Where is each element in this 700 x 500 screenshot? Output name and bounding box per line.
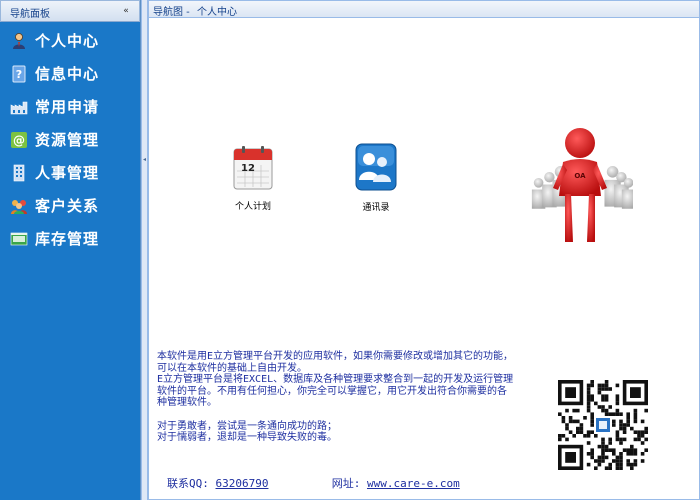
main-panel-header: 导航图 - 个人中心 [149,1,699,18]
website-label: 网址: [331,477,361,490]
nav-item-label: 库存管理 [35,230,100,248]
qq-label: 联系QQ: [167,477,209,490]
nav-item-label: 信息中心 [35,65,100,83]
description-line: 软件的平台。不用有任何担心，你完全可以掌握它，用它开发出符合你需要的各 [157,385,507,397]
qr-code [556,372,650,478]
description-line: 可以在本软件的基础上自由开发。 [157,362,307,374]
nav-item-info-center[interactable]: ? 信息中心 [0,57,140,90]
shortcut-personal-plan[interactable]: 12 个人计划 [223,145,283,212]
red-figure: OA [553,128,607,242]
oa-badge: OA [574,172,586,180]
motto-line: 对于勇敢者，尝试是一条通向成功的路； [157,420,337,432]
nav-panel-title: 导航面板 [10,9,50,20]
nav-item-label: 人事管理 [35,164,100,182]
nav-item-label: 客户关系 [35,197,100,215]
nav-item-label: 资源管理 [35,131,100,149]
building-icon [10,164,28,182]
shortcut-label: 通讯录 [362,203,390,213]
person-icon [10,32,28,50]
nav-item-common-apply[interactable]: 常用申请 [0,90,140,123]
main-content-panel: 导航图 - 个人中心 12 个人计划 通讯录 OA 本软件是用E立方管理平台开发… [148,0,700,500]
svg-text:@: @ [13,133,25,147]
splitter-grip-icon[interactable]: ◂ [143,156,147,164]
svg-text:?: ? [16,68,22,81]
software-description: 本软件是用E立方管理平台开发的应用软件，如果你需要修改或增加其它的功能， 可以在… [157,351,552,444]
qq-link[interactable]: 63206790 [216,477,269,490]
help-book-icon: ? [10,65,28,83]
breadcrumb-prefix: 导航图 - [153,7,190,18]
description-line: 本软件是用E立方管理平台开发的应用软件，如果你需要修改或增加其它的功能， [157,351,514,362]
users-icon [10,197,28,215]
calendar-icon: 12 [233,146,273,190]
description-line: 种管理软件。 [157,397,217,408]
collapse-panel-button[interactable]: « [119,4,133,18]
contact-info: 联系QQ: 63206790 网址: www.care-e.com [167,475,460,491]
nav-item-inventory-mgmt[interactable]: 库存管理 [0,222,140,255]
nav-item-hr-mgmt[interactable]: 人事管理 [0,156,140,189]
nav-item-customer-relations[interactable]: 客户关系 [0,189,140,222]
at-sign-icon: @ [10,131,28,149]
storage-icon [10,230,28,248]
breadcrumb: 导航图 - 个人中心 [153,3,241,18]
oa-mascot-illustration: OA [531,128,633,242]
motto-line: 对于懦弱者，退却是一种导致失败的毒。 [157,432,337,443]
nav-item-personal-center[interactable]: 个人中心 [0,24,140,57]
nav-item-label: 常用申请 [35,98,100,116]
navigation-panel: 导航面板 « 个人中心 ? 信息中心 常用申请 @ 资源管理 人事管理 客户关系… [0,0,141,500]
breadcrumb-current: 个人中心 [196,7,237,18]
nav-item-label: 个人中心 [35,32,100,50]
factory-icon [10,98,28,116]
shortcut-label: 个人计划 [234,202,271,212]
calendar-day-number: 12 [241,163,255,174]
nav-item-resource-mgmt[interactable]: @ 资源管理 [0,123,140,156]
panel-splitter[interactable]: ◂ [141,0,148,500]
contacts-icon [355,143,397,191]
website-link[interactable]: www.care-e.com [367,477,460,490]
nav-menu: 个人中心 ? 信息中心 常用申请 @ 资源管理 人事管理 客户关系 库存管理 [0,22,140,255]
shortcut-contacts[interactable]: 通讯录 [346,142,406,213]
nav-panel-header: 导航面板 « [0,0,140,22]
description-line: E立方管理平台是将EXCEL、数据库及各种管理要求整合到一起的开发及运行管理 [157,374,514,385]
